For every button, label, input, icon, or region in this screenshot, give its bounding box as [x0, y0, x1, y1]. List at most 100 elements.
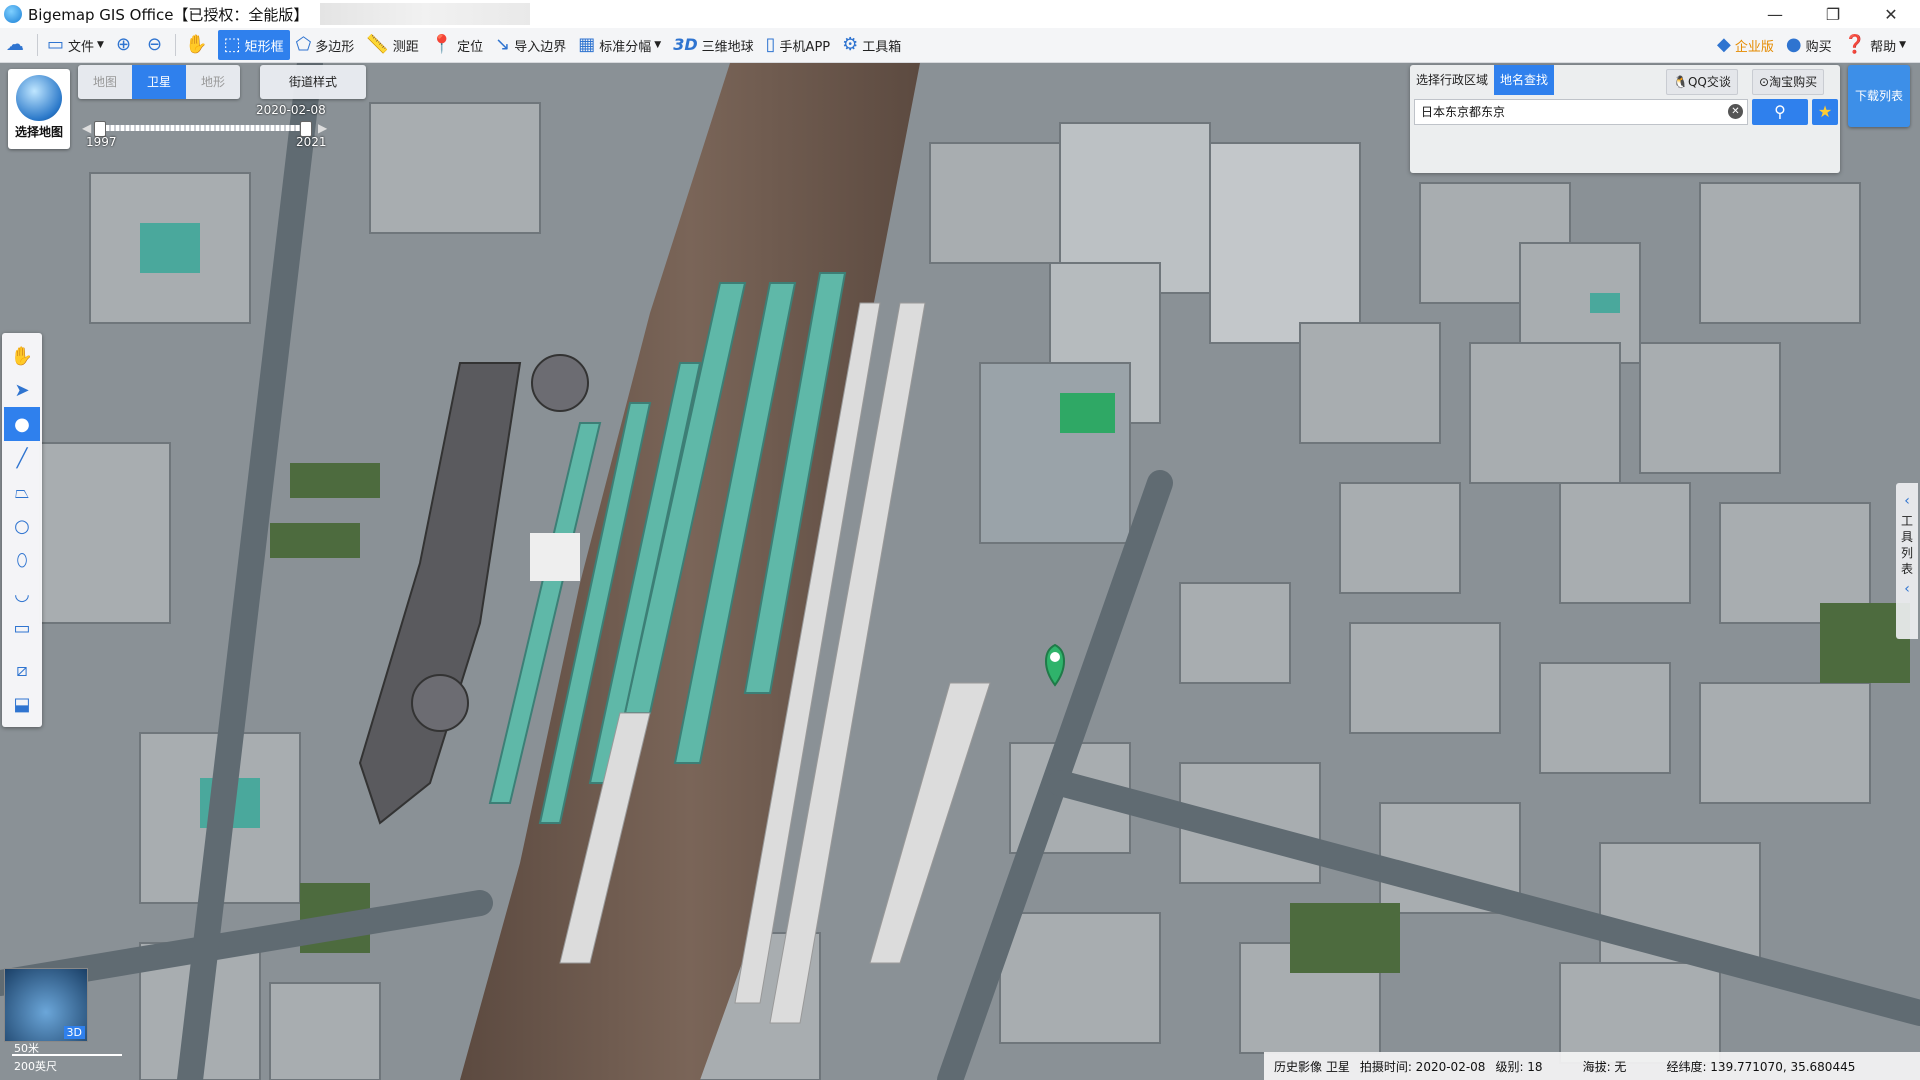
polygon-button[interactable]: ⬠ 多边形	[290, 30, 361, 60]
diamond-icon: ◆	[1717, 34, 1731, 55]
select-tool-button[interactable]: ➤	[4, 373, 40, 407]
tab-terrain[interactable]: 地形	[186, 65, 240, 99]
rectangle-icon: ▭	[13, 617, 31, 639]
circle-tool-button[interactable]: ○	[4, 509, 40, 543]
maximize-button[interactable]: ❐	[1804, 0, 1862, 28]
toolbar-divider	[37, 34, 38, 56]
pan-button[interactable]: ✋	[179, 30, 217, 60]
3d-badge: 3D	[63, 1026, 85, 1039]
ruler-icon: ⧄	[16, 659, 28, 681]
overview-globe[interactable]: 3D	[4, 968, 88, 1042]
freehand-icon: ◡	[14, 583, 30, 605]
zoom-in-icon: ⊕	[115, 34, 132, 55]
3d-icon: 3D	[673, 35, 698, 54]
chevron-left-icon: ‹	[1904, 581, 1910, 597]
toolbox-label: 工具箱	[862, 39, 902, 55]
bigemap-logo-icon	[4, 5, 22, 23]
location-pin-icon: 📍	[430, 34, 454, 55]
mobile-app-button[interactable]: ▯ 手机APP	[760, 30, 836, 60]
tab-satellite[interactable]: 卫星	[132, 65, 186, 99]
place-search-input[interactable]: 日本东京都东京	[1414, 99, 1748, 125]
polygon-label: 多边形	[315, 39, 355, 55]
file-menu-button[interactable]: ▭ 文件 ▼	[41, 30, 110, 60]
timeline-track[interactable]	[96, 125, 310, 131]
taobao-icon: ⊙	[1759, 75, 1770, 89]
tab-admin-region[interactable]: 选择行政区域	[1410, 65, 1494, 95]
enterprise-button[interactable]: ◆ 企业版	[1711, 30, 1780, 60]
pan-tool-button[interactable]: ✋	[4, 339, 40, 373]
download-list-button[interactable]: 下载列表	[1848, 65, 1910, 127]
area-measure-icon: ⬓	[13, 693, 31, 715]
tab-place-search[interactable]: 地名查找	[1494, 65, 1555, 95]
marker-tool-button[interactable]: ●	[4, 407, 40, 441]
zoom-out-icon: ⊖	[147, 34, 163, 55]
status-bar: 历史影像 卫星 拍摄时间: 2020-02-08 级别: 18 海拔: 无 经纬…	[1264, 1052, 1920, 1080]
rectangle-tool-button[interactable]: ▭	[4, 611, 40, 645]
tool-list-char: 具	[1900, 530, 1913, 544]
chevron-down-icon: ▼	[654, 40, 662, 50]
toolbox-button[interactable]: ⚙ 工具箱	[836, 30, 907, 60]
search-button[interactable]: ⚲	[1752, 99, 1808, 125]
tool-list-char: 列	[1900, 546, 1913, 560]
measure-label: 测距	[392, 39, 419, 55]
polygon-icon: ⬠	[295, 34, 312, 55]
3d-globe-button[interactable]: 3D 三维地球	[667, 30, 759, 60]
measure-tool-button[interactable]: ⧄	[4, 653, 40, 687]
rectangle-select-button[interactable]: ⬚ 矩形框	[217, 30, 290, 60]
area-tool-button[interactable]: ⬓	[4, 687, 40, 721]
file-label: 文件	[68, 39, 95, 55]
measure-distance-button[interactable]: 📏 测距	[360, 30, 424, 60]
main-toolbar: ☁ ▭ 文件 ▼ ⊕ ⊖ ✋ ⬚ 矩形框 ⬠ 多边形 📏 测距 📍 定位 ↘ 导入边界 ▦ 标准…	[0, 28, 1920, 63]
zoom-level: 级别: 18	[1495, 1059, 1543, 1074]
polygon-tool-button[interactable]: ⏢	[4, 475, 40, 509]
tab-map[interactable]: 地图	[78, 65, 132, 99]
coordinates: 经纬度: 139.771070, 35.680445	[1666, 1059, 1856, 1074]
cloud-logo-icon: ☁	[6, 34, 24, 55]
timeline-next-icon[interactable]: ▶	[318, 121, 327, 135]
line-tool-button[interactable]: ╱	[4, 441, 40, 475]
grid-icon: ▦	[578, 34, 596, 55]
rectangle-select-icon: ⬚	[223, 34, 241, 55]
help-icon: ❓	[1843, 34, 1867, 55]
clear-input-icon[interactable]: ✕	[1728, 104, 1743, 119]
taobao-buy-button[interactable]: ⊙淘宝购买	[1752, 69, 1825, 95]
standard-sheet-button[interactable]: ▦ 标准分幅 ▼	[572, 30, 667, 60]
map-canvas[interactable]: 选择地图 地图 卫星 地形 街道样式 2020-02-08 ◀ ▶ 1997 2…	[0, 63, 1920, 1080]
help-button[interactable]: ❓ 帮助 ▼	[1838, 30, 1912, 60]
timeline-date: 2020-02-08	[256, 103, 326, 117]
street-style-button[interactable]: 街道样式	[260, 65, 366, 99]
zoom-in-button[interactable]: ⊕	[110, 30, 141, 60]
scale-line	[12, 1054, 122, 1056]
ruler-icon: 📏	[366, 34, 389, 55]
freehand-tool-button[interactable]: ◡	[4, 577, 40, 611]
timeline-prev-icon[interactable]: ◀	[82, 121, 91, 135]
polygon-icon: ⏢	[14, 481, 30, 503]
zoom-out-button[interactable]: ⊖	[141, 30, 172, 60]
line-icon: ╱	[16, 447, 28, 469]
tool-list-panel-tab[interactable]: ‹ 工 具 列 表 ‹	[1896, 483, 1918, 639]
ellipse-tool-button[interactable]: ⬯	[4, 543, 40, 577]
search-icon: ⚲	[1774, 102, 1786, 121]
favorite-button[interactable]: ★	[1812, 99, 1838, 125]
globe-icon	[16, 75, 62, 121]
help-label: 帮助	[1870, 39, 1897, 55]
locate-button[interactable]: 📍 定位	[425, 30, 489, 60]
toolbar-divider	[175, 34, 177, 56]
close-button[interactable]: ✕	[1862, 0, 1920, 28]
minimize-button[interactable]: —	[1746, 0, 1804, 28]
buy-label: 购买	[1805, 39, 1832, 55]
layer-tabs: 地图 卫星 地形	[78, 65, 240, 99]
3d-globe-label: 三维地球	[701, 39, 754, 55]
buy-button[interactable]: ● 购买	[1780, 30, 1838, 60]
pan-hand-icon: ✋	[185, 34, 208, 55]
qq-chat-button[interactable]: 🐧QQ交谈	[1666, 69, 1738, 95]
enterprise-label: 企业版	[1734, 39, 1774, 55]
satellite-imagery	[0, 63, 1920, 1080]
select-map-button[interactable]: 选择地图	[8, 69, 70, 149]
search-panel: 选择行政区域 地名查找 🐧QQ交谈 ⊙淘宝购买 日本东京都东京 ✕ ⚲ ★	[1410, 65, 1840, 173]
chevron-down-icon: ▼	[1899, 40, 1906, 50]
standard-sheet-label: 标准分幅	[599, 39, 652, 55]
star-icon: ★	[1817, 102, 1833, 121]
app-menu-button[interactable]: ☁	[0, 30, 34, 60]
import-boundary-button[interactable]: ↘ 导入边界	[489, 30, 572, 60]
